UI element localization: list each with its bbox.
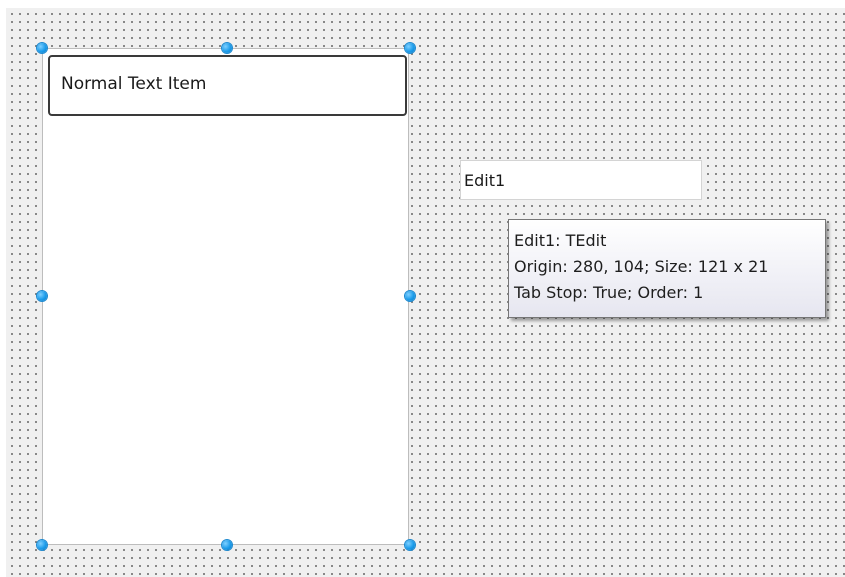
edit1-field[interactable]: Edit1 xyxy=(460,160,702,200)
tooltip-tab-stop: Tab Stop: True; Order: 1 xyxy=(514,283,704,302)
edit1-value: Edit1 xyxy=(464,171,506,190)
handle-bottom-right-icon[interactable] xyxy=(405,540,415,550)
tooltip-origin-size: Origin: 280, 104; Size: 121 x 21 xyxy=(514,257,769,276)
list-item[interactable]: Normal Text Item xyxy=(48,55,407,116)
handle-top-left-icon[interactable] xyxy=(37,43,47,53)
component-info-tooltip: Edit1: TEdit Origin: 280, 104; Size: 121… xyxy=(508,219,826,318)
handle-bottom-left-icon[interactable] xyxy=(37,540,47,550)
tooltip-component-name: Edit1: TEdit xyxy=(514,231,607,250)
handle-top-center-icon[interactable] xyxy=(222,43,232,53)
handle-middle-left-icon[interactable] xyxy=(37,291,47,301)
handle-top-right-icon[interactable] xyxy=(405,43,415,53)
listbox-component[interactable] xyxy=(42,48,409,545)
handle-bottom-center-icon[interactable] xyxy=(222,540,232,550)
handle-middle-right-icon[interactable] xyxy=(405,291,415,301)
list-item-label: Normal Text Item xyxy=(61,74,207,94)
